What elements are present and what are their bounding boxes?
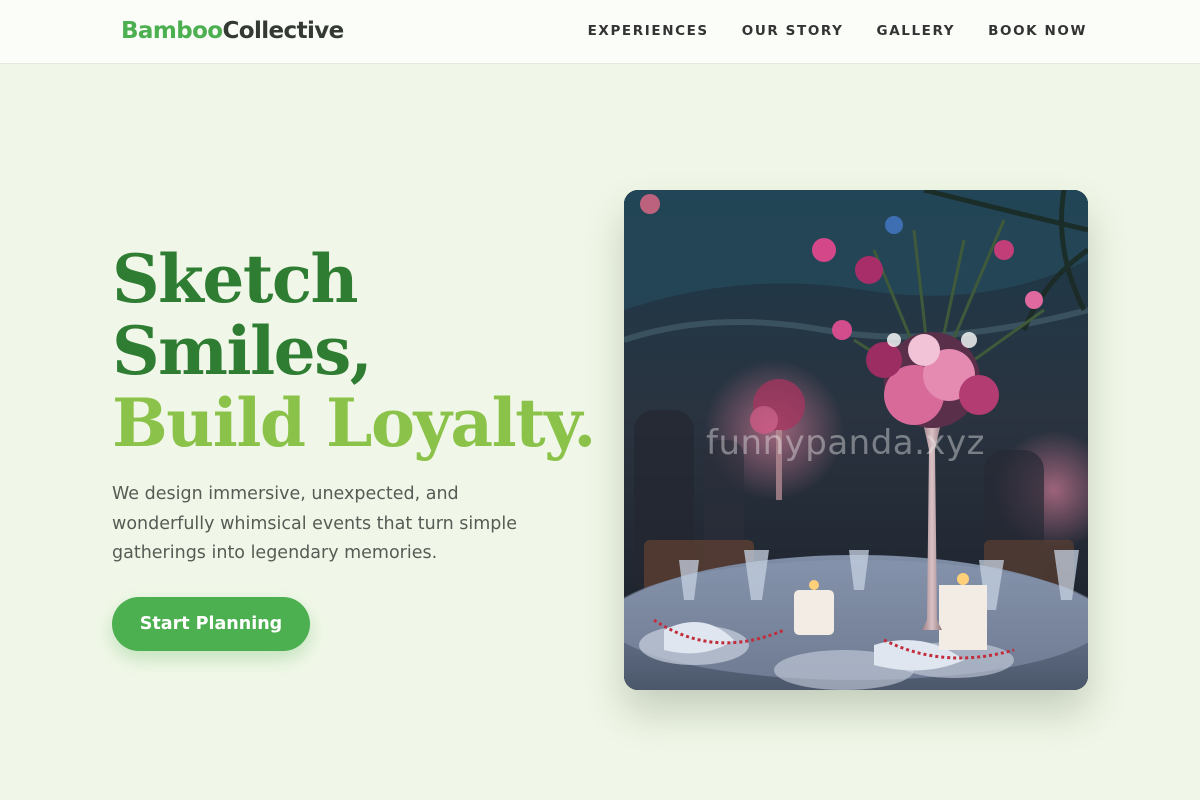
nav-link-book-now[interactable]: BOOK NOW (988, 22, 1087, 40)
nav-link-experiences[interactable]: EXPERIENCES (588, 22, 709, 40)
hero-description: We design immersive, unexpected, and won… (112, 484, 518, 563)
hero-title: Sketch Smiles, Build Loyalty. (112, 240, 596, 462)
hero-image: funnypanda.xyz (624, 190, 1088, 690)
image-watermark: funnypanda.xyz (706, 423, 986, 463)
main-nav: EXPERIENCES OUR STORY GALLERY BOOK NOW (588, 22, 1087, 40)
hero-title-line-2: Smiles, (112, 312, 373, 390)
logo-text-bamboo: Bamboo (121, 18, 223, 44)
nav-link-our-story[interactable]: OUR STORY (742, 22, 844, 40)
logo-text-collective: Collective (222, 18, 344, 44)
hero-title-line-3: Build Loyalty. (112, 384, 596, 462)
site-header: BambooCollective EXPERIENCES OUR STORY G… (0, 0, 1200, 64)
nav-link-gallery[interactable]: GALLERY (877, 22, 956, 40)
start-planning-button[interactable]: Start Planning (112, 597, 310, 651)
brand-logo[interactable]: BambooCollective (121, 17, 344, 45)
hero-title-line-1: Sketch (112, 240, 359, 318)
